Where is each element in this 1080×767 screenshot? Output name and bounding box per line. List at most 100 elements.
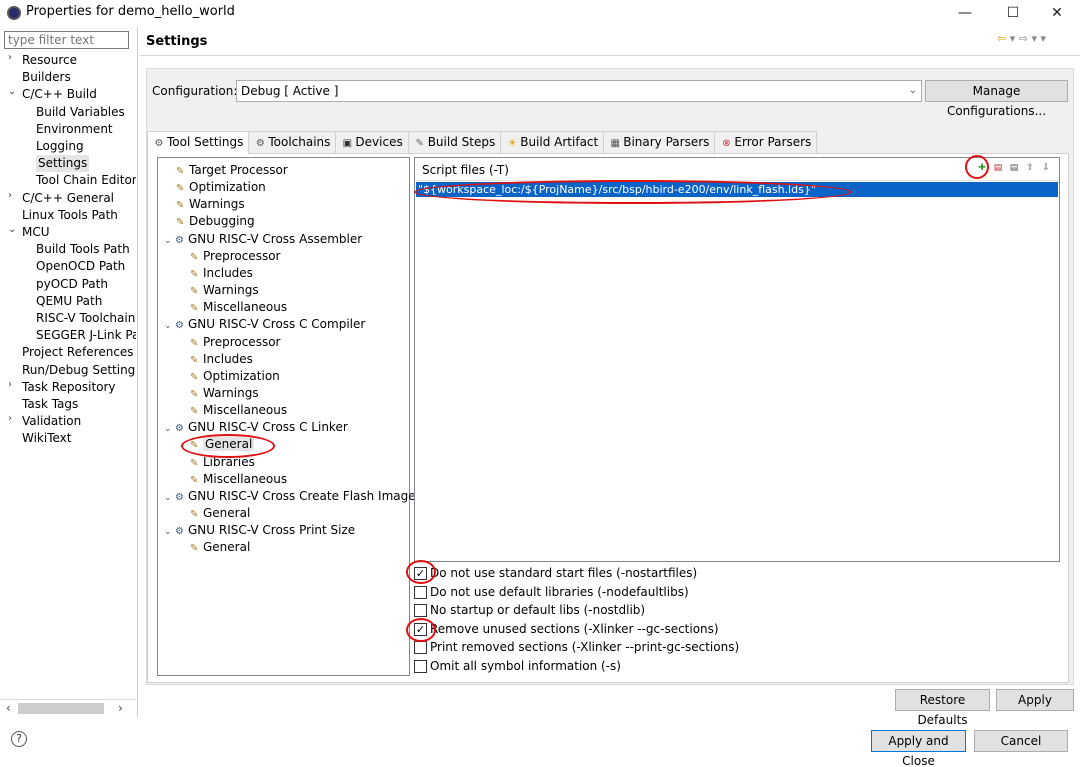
help-icon[interactable]: ? — [11, 731, 27, 747]
tree-item[interactable]: ⌄ ⚙ GNU RISC-V Cross Create Flash Image — [164, 488, 416, 505]
move-down-icon[interactable]: ⇩ — [1040, 162, 1052, 174]
chevron-down-icon[interactable]: ⌄ — [164, 421, 175, 438]
checkbox[interactable] — [414, 585, 427, 599]
scroll-left-icon[interactable]: ‹ — [6, 701, 11, 715]
configuration-select[interactable]: Debug [ Active ] ⌄ — [236, 80, 922, 102]
filter-input[interactable] — [4, 31, 129, 49]
nav-item[interactable]: Run/Debug Setting: — [22, 362, 136, 379]
maximize-button[interactable]: ☐ — [993, 2, 1033, 24]
edit-icon[interactable]: ▤ — [1008, 162, 1020, 174]
close-button[interactable]: ✕ — [1037, 2, 1077, 24]
window-title: Properties for demo_hello_world — [26, 4, 235, 19]
back-arrow-icon[interactable]: ⇦ — [997, 32, 1006, 45]
delete-icon[interactable]: ▤ — [992, 162, 1004, 174]
tool-settings-tree[interactable]: ✎ Target Processor ✎ Optimization ✎ Warnings ✎… — [157, 157, 416, 676]
tab-toolchains[interactable]: ⚙ Toolchains — [248, 131, 337, 153]
chevron-down-icon[interactable]: ⌄ — [164, 524, 175, 541]
nav-item[interactable]: SEGGER J-Link Pa — [36, 327, 136, 344]
nav-item[interactable]: Validation — [22, 413, 81, 430]
chevron-down-icon[interactable]: ⌄ — [8, 86, 18, 97]
nav-item[interactable]: Settings — [36, 155, 90, 173]
nav-item[interactable]: Task Tags — [22, 396, 78, 413]
tree-item[interactable]: ✎ Miscellaneous — [190, 299, 287, 316]
tree-item[interactable]: ✎ Includes — [190, 265, 253, 282]
chevron-down-icon[interactable]: ⌄ — [8, 224, 18, 235]
checkbox[interactable] — [414, 641, 427, 654]
nav-item[interactable]: Build Variables — [36, 104, 125, 121]
nav-item[interactable]: pyOCD Path — [36, 276, 108, 293]
nav-horizontal-scrollbar[interactable]: ‹ › — [0, 699, 136, 716]
chevron-down-icon[interactable]: ⌄ — [164, 318, 175, 335]
script-files-panel — [414, 157, 1060, 562]
tree-item[interactable]: ✎ Warnings — [176, 196, 245, 213]
nav-divider[interactable] — [137, 27, 138, 717]
nav-item[interactable]: QEMU Path — [36, 293, 102, 310]
apply-and-close-button[interactable]: Apply and Close — [871, 730, 966, 767]
nav-item[interactable]: WikiText — [22, 430, 72, 447]
tree-item[interactable]: ✎ Libraries — [190, 454, 255, 471]
tree-item[interactable]: ✎ Warnings — [190, 385, 259, 402]
tree-item[interactable]: ✎ General — [190, 436, 255, 453]
chevron-right-icon[interactable]: › — [8, 413, 18, 424]
move-up-icon[interactable]: ⇧ — [1024, 162, 1036, 174]
nav-item[interactable]: Linux Tools Path — [22, 207, 118, 224]
cancel-button[interactable]: Cancel — [974, 730, 1068, 752]
tab-devices[interactable]: ▣ Devices — [335, 131, 409, 153]
history-arrows[interactable]: ⇦ ▾ ⇨ ▾ ▾ — [997, 32, 1046, 45]
nav-item[interactable]: Task Repository — [22, 379, 116, 396]
nav-item[interactable]: Builders — [22, 69, 71, 86]
forward-arrow-icon[interactable]: ⇨ — [1019, 32, 1028, 45]
chevron-right-icon[interactable]: › — [8, 190, 18, 201]
scrollbar-thumb[interactable] — [18, 703, 104, 714]
tree-item[interactable]: ✎ Optimization — [190, 368, 280, 385]
tab-tool-settings[interactable]: ⚙ Tool Settings — [147, 131, 250, 154]
script-file-item[interactable]: "${workspace_loc:/${ProjName}/src/bsp/hb… — [416, 182, 1058, 197]
chevron-right-icon[interactable]: › — [8, 379, 18, 390]
nav-item[interactable]: Build Tools Path — [36, 241, 130, 258]
minimize-button[interactable]: — — [945, 2, 985, 24]
tree-item[interactable]: ✎ Preprocessor — [190, 248, 280, 265]
checkbox-checked[interactable]: ✓ — [414, 567, 427, 580]
tab-build-artifact[interactable]: ☀ Build Artifact — [500, 131, 605, 153]
tree-item[interactable]: ⌄ ⚙ GNU RISC-V Cross Assembler — [164, 231, 362, 248]
tree-item-label: Debugging — [189, 214, 255, 229]
tab-build-steps[interactable]: ✎ Build Steps — [407, 131, 502, 153]
checkbox[interactable] — [414, 659, 427, 673]
nav-item[interactable]: Logging — [36, 138, 84, 155]
nav-item[interactable]: RISC-V Toolchain — [36, 310, 135, 327]
tree-item[interactable]: ⌄ ⚙ GNU RISC-V Cross Print Size — [164, 522, 355, 539]
nav-item[interactable]: Project References — [22, 344, 134, 361]
tree-item[interactable]: ✎ Preprocessor — [190, 334, 280, 351]
nav-item[interactable]: Tool Chain Editor — [36, 172, 136, 189]
tree-item[interactable]: ✎ Miscellaneous — [190, 471, 287, 488]
tree-item[interactable]: ✎ Includes — [190, 351, 253, 368]
apply-button[interactable]: Apply — [996, 689, 1074, 711]
chevron-right-icon[interactable]: › — [8, 52, 18, 63]
nav-item[interactable]: OpenOCD Path — [36, 258, 125, 275]
manage-configurations-button[interactable]: Manage Configurations... — [925, 80, 1068, 118]
nav-item[interactable]: C/C++ Build — [22, 86, 97, 103]
tree-item[interactable]: ✎ General — [190, 505, 250, 522]
tab-binary-parsers[interactable]: ▦ Binary Parsers — [603, 131, 716, 153]
chevron-down-icon[interactable]: ⌄ — [164, 490, 175, 507]
tree-item[interactable]: ⌄ ⚙ GNU RISC-V Cross C Compiler — [164, 316, 365, 333]
tree-item[interactable]: ⌄ ⚙ GNU RISC-V Cross C Linker — [164, 419, 348, 436]
add-icon[interactable]: ✚ — [976, 162, 988, 174]
scroll-right-icon[interactable]: › — [118, 701, 123, 715]
checkbox-checked[interactable]: ✓ — [414, 622, 427, 636]
nav-item[interactable]: C/C++ General — [22, 190, 114, 207]
tree-item[interactable]: ✎ General — [190, 539, 250, 556]
tree-item[interactable]: ✎ Debugging — [176, 213, 255, 230]
restore-defaults-button[interactable]: Restore Defaults — [895, 689, 990, 727]
tree-item[interactable]: ✎ Miscellaneous — [190, 402, 287, 419]
checkbox[interactable] — [414, 604, 427, 617]
title-bar: Properties for demo_hello_world — ☐ ✕ — [0, 0, 1080, 26]
chevron-down-icon[interactable]: ⌄ — [164, 233, 175, 250]
tree-item[interactable]: ✎ Target Processor — [176, 162, 288, 179]
tree-item[interactable]: ✎ Warnings — [190, 282, 259, 299]
nav-item[interactable]: Environment — [36, 121, 113, 138]
tree-item[interactable]: ✎ Optimization — [176, 179, 266, 196]
nav-item[interactable]: Resource — [22, 52, 77, 69]
nav-item[interactable]: MCU — [22, 224, 50, 241]
tab-error-parsers[interactable]: ⊗ Error Parsers — [714, 131, 818, 153]
